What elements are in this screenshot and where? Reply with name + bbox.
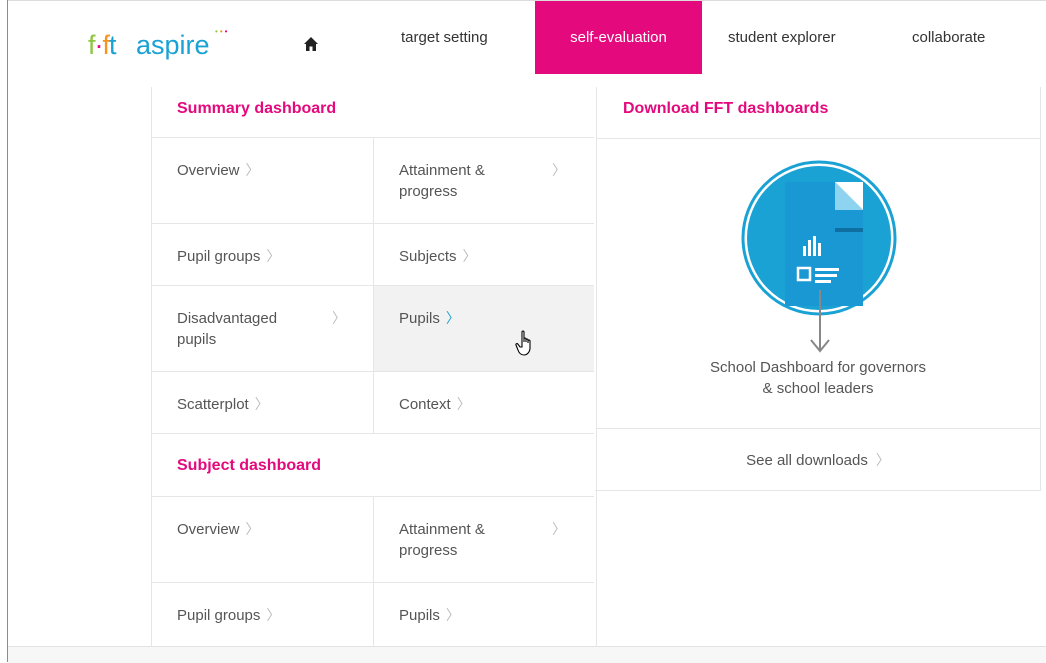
summary-disadvantaged-pupils-label: Disadvantaged pupils: [177, 310, 278, 348]
download-caption: School Dashboard for governors & school …: [596, 357, 1040, 399]
download-caption-line1: School Dashboard for governors: [710, 359, 926, 376]
summary-overview-label: Overview: [177, 162, 240, 179]
chevron-right-icon: 〉: [456, 396, 471, 412]
chevron-right-icon: 〉: [266, 607, 281, 623]
summary-pupils-label: Pupils: [399, 310, 440, 327]
subject-pupil-groups-label: Pupil groups: [177, 607, 261, 624]
chevron-right-icon: 〉: [254, 396, 269, 412]
summary-pupil-groups-link[interactable]: Pupil groups 〉: [152, 224, 373, 286]
chevron-right-icon: 〉: [552, 521, 566, 537]
nav-target-setting[interactable]: target setting: [401, 1, 488, 74]
summary-subjects-label: Subjects: [399, 248, 457, 265]
nav-self-evaluation[interactable]: self-evaluation: [535, 1, 702, 74]
footer-bar: [8, 646, 1046, 663]
chevron-right-icon: 〉: [245, 521, 260, 537]
chevron-right-icon: 〉: [875, 452, 890, 468]
chevron-right-icon: 〉: [552, 162, 566, 178]
hand-pointer-icon: [515, 330, 531, 356]
summary-attainment-progress-link[interactable]: Attainment & progress 〉: [373, 138, 594, 224]
summary-context-label: Context: [399, 396, 451, 413]
document-download-icon[interactable]: [740, 160, 900, 360]
subject-overview-link[interactable]: Overview 〉: [152, 497, 373, 583]
subject-attainment-progress-link[interactable]: Attainment & progress 〉: [373, 497, 594, 583]
chevron-right-icon: 〉: [332, 310, 346, 326]
window-left-border: [7, 0, 8, 662]
chevron-right-icon: 〉: [445, 310, 460, 326]
nav-student-explorer[interactable]: student explorer: [728, 1, 836, 74]
summary-scatterplot-label: Scatterplot: [177, 396, 249, 413]
nav-collaborate[interactable]: collaborate: [912, 1, 985, 74]
subject-pupils-label: Pupils: [399, 607, 440, 624]
summary-overview-link[interactable]: Overview 〉: [152, 138, 373, 224]
top-nav: f·ft aspire ••• target setting self-eval…: [8, 1, 1046, 87]
see-all-downloads-link[interactable]: See all downloads 〉: [596, 428, 1040, 491]
download-caption-line2: & school leaders: [762, 380, 874, 397]
chevron-right-icon: 〉: [462, 248, 477, 264]
subject-pupil-groups-link[interactable]: Pupil groups 〉: [152, 583, 373, 646]
summary-scatterplot-link[interactable]: Scatterplot 〉: [152, 372, 373, 434]
home-icon[interactable]: [303, 36, 319, 52]
chevron-right-icon: 〉: [245, 162, 260, 178]
subject-attainment-progress-label: Attainment & progress: [399, 521, 485, 559]
fft-aspire-logo[interactable]: f·ft aspire •••: [88, 27, 228, 66]
downloads-heading: Download FFT dashboards: [596, 87, 1040, 139]
chevron-right-icon: 〉: [266, 248, 281, 264]
chevron-right-icon: 〉: [445, 607, 460, 623]
subject-dashboard-heading: Subject dashboard: [152, 434, 594, 497]
summary-disadvantaged-pupils-link[interactable]: Disadvantaged pupils 〉: [152, 286, 373, 372]
summary-attainment-progress-label: Attainment & progress: [399, 162, 485, 200]
summary-context-link[interactable]: Context 〉: [373, 372, 594, 434]
see-all-downloads-label: See all downloads: [746, 452, 868, 469]
summary-pupils-link[interactable]: Pupils 〉: [373, 286, 594, 372]
summary-pupil-groups-label: Pupil groups: [177, 248, 261, 265]
subject-overview-label: Overview: [177, 521, 240, 538]
subject-pupils-link[interactable]: Pupils 〉: [373, 583, 594, 646]
summary-dashboard-heading: Summary dashboard: [152, 87, 594, 138]
summary-subjects-link[interactable]: Subjects 〉: [373, 224, 594, 286]
